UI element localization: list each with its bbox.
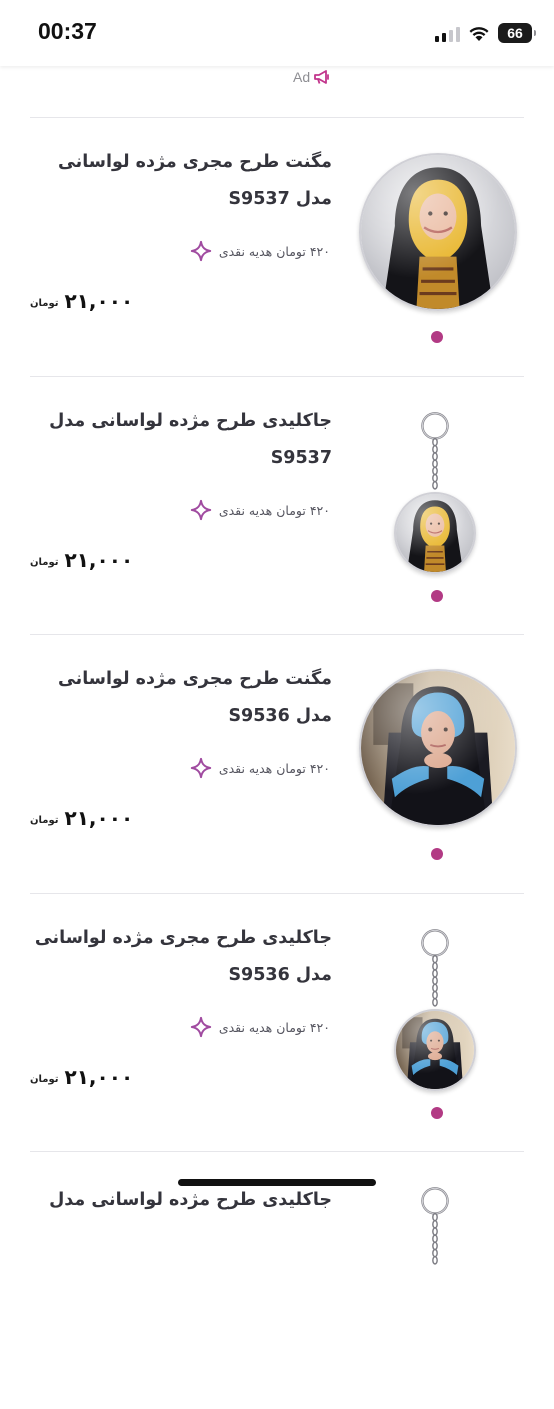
product-image[interactable] — [359, 153, 517, 311]
product-price: تومان ۲۱,۰۰۰ — [30, 542, 133, 572]
color-swatch[interactable] — [431, 1107, 443, 1119]
product-card[interactable]: جاکلیدی طرح مژده لواسانی مدل S9537 ۴۲۰ ت… — [30, 376, 524, 634]
cash-gift-text: ۴۲۰ تومان هدیه نقدی — [218, 502, 330, 518]
cash-gift: ۴۲۰ تومان هدیه نقدی — [190, 756, 330, 780]
price-amount: ۲۱,۰۰۰ — [64, 548, 134, 572]
keyring-chain — [417, 407, 453, 497]
megaphone-icon — [314, 70, 330, 84]
cash-gift: ۴۲۰ تومان هدیه نقدی — [190, 498, 330, 522]
portrait-image — [361, 671, 515, 825]
keyring-chain — [417, 924, 453, 1014]
ad-label-text: Ad — [293, 69, 311, 85]
battery-level: 66 — [507, 25, 523, 41]
wifi-icon — [468, 25, 490, 42]
portrait-image — [396, 494, 474, 572]
portrait-image — [396, 1011, 474, 1089]
product-image[interactable] — [394, 492, 476, 574]
product-image[interactable] — [359, 669, 517, 827]
product-price: تومان ۲۱,۰۰۰ — [30, 283, 133, 313]
sparkle-icon — [190, 240, 212, 262]
cash-gift-text: ۴۲۰ تومان هدیه نقدی — [218, 760, 330, 776]
product-title[interactable]: جاکلیدی طرح مژده لواسانی مدل — [32, 1182, 332, 1219]
price-currency: تومان — [30, 298, 59, 309]
cash-gift-text: ۴۲۰ تومان هدیه نقدی — [218, 243, 330, 259]
cash-gift-text: ۴۲۰ تومان هدیه نقدی — [218, 1019, 330, 1035]
price-amount: ۲۱,۰۰۰ — [64, 1065, 134, 1089]
price-amount: ۲۱,۰۰۰ — [64, 806, 134, 830]
status-icons: 66 — [435, 20, 536, 46]
price-currency: تومان — [30, 815, 59, 826]
price-currency: تومان — [30, 557, 59, 568]
product-title[interactable]: مگنت طرح مجری مژده لواسانی مدل S9536 — [32, 661, 332, 735]
sparkle-icon — [190, 499, 212, 521]
product-price: تومان ۲۱,۰۰۰ — [30, 800, 133, 830]
battery-icon: 66 — [498, 23, 536, 43]
product-card[interactable]: مگنت طرح مجری مژده لواسانی مدل S9536 ۴۲۰… — [30, 634, 524, 892]
sparkle-icon — [190, 757, 212, 779]
product-image[interactable] — [394, 1009, 476, 1091]
ad-label[interactable]: Ad — [293, 66, 331, 88]
price-amount: ۲۱,۰۰۰ — [64, 289, 134, 313]
color-swatch[interactable] — [431, 590, 443, 602]
product-card[interactable]: جاکلیدی طرح مژده لواسانی مدل — [30, 1151, 524, 1409]
price-currency: تومان — [30, 1074, 59, 1085]
product-title[interactable]: جاکلیدی طرح مژده لواسانی مدل S9537 — [32, 403, 332, 477]
product-price: تومان ۲۱,۰۰۰ — [30, 1059, 133, 1089]
color-swatch[interactable] — [431, 331, 443, 343]
home-indicator[interactable] — [178, 1179, 376, 1186]
product-title[interactable]: مگنت طرح مجری مژده لواسانی مدل S9537 — [32, 144, 332, 218]
sparkle-icon — [190, 1016, 212, 1038]
keyring-chain — [417, 1182, 453, 1272]
product-card[interactable]: مگنت طرح مجری مژده لواسانی مدل S9537 ۴۲۰… — [30, 117, 524, 375]
status-bar: 00:37 66 — [0, 0, 554, 66]
cash-gift: ۴۲۰ تومان هدیه نقدی — [190, 239, 330, 263]
cash-gift: ۴۲۰ تومان هدیه نقدی — [190, 1015, 330, 1039]
status-time: 00:37 — [38, 18, 97, 44]
product-card[interactable]: جاکلیدی طرح مجری مژده لواسانی مدل S9536 … — [30, 893, 524, 1151]
cellular-signal-icon — [435, 24, 460, 42]
product-title[interactable]: جاکلیدی طرح مجری مژده لواسانی مدل S9536 — [32, 920, 332, 994]
color-swatch[interactable] — [431, 848, 443, 860]
portrait-image — [361, 155, 515, 309]
